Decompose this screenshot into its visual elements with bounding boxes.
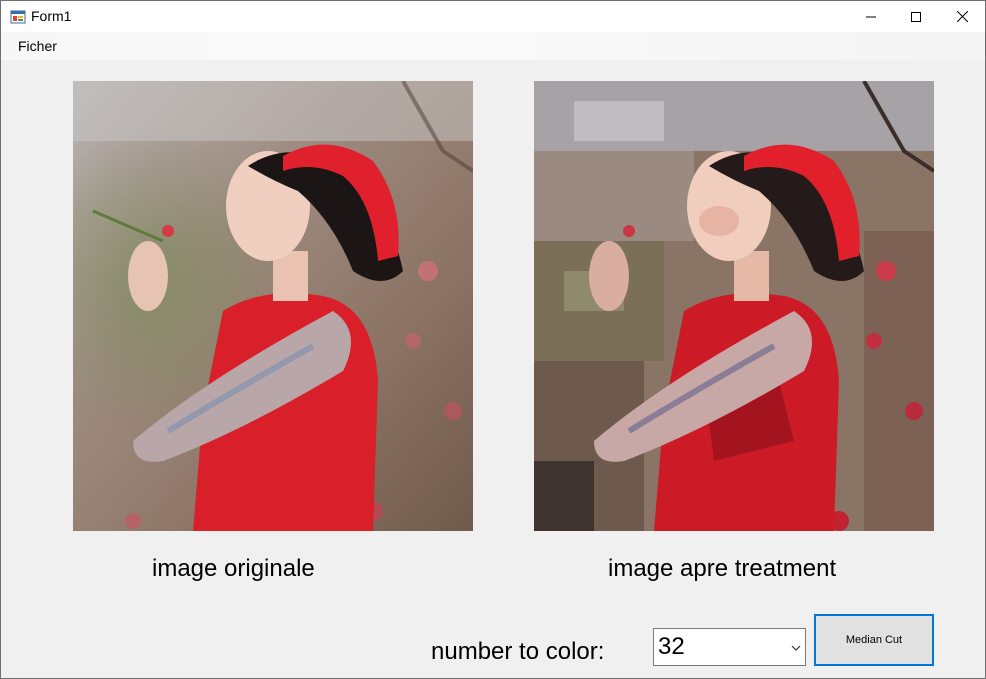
close-icon bbox=[956, 11, 968, 22]
title-bar[interactable]: Form1 bbox=[1, 1, 985, 32]
processed-image bbox=[534, 81, 934, 531]
main-window: Form1 Ficher image originale image apre … bbox=[0, 0, 986, 679]
close-button[interactable] bbox=[939, 1, 985, 32]
form-app-icon bbox=[10, 9, 26, 25]
original-image bbox=[73, 81, 473, 531]
minimize-icon bbox=[866, 16, 876, 17]
original-image-caption: image originale bbox=[152, 555, 315, 582]
processed-image-caption: image apre treatment bbox=[608, 555, 837, 582]
color-count-combobox[interactable]: 32 bbox=[653, 628, 806, 666]
color-count-value: 32 bbox=[658, 633, 685, 660]
maximize-button[interactable] bbox=[893, 1, 939, 32]
menu-bar: Ficher bbox=[1, 32, 985, 60]
number-to-color-label: number to color: bbox=[431, 638, 605, 665]
maximize-icon bbox=[911, 11, 921, 22]
chevron-down-icon[interactable] bbox=[790, 643, 802, 653]
menu-item-ficher[interactable]: Ficher bbox=[11, 36, 64, 56]
window-title: Form1 bbox=[31, 8, 72, 24]
minimize-button[interactable] bbox=[848, 1, 894, 32]
median-cut-button[interactable]: Median Cut bbox=[814, 614, 934, 666]
